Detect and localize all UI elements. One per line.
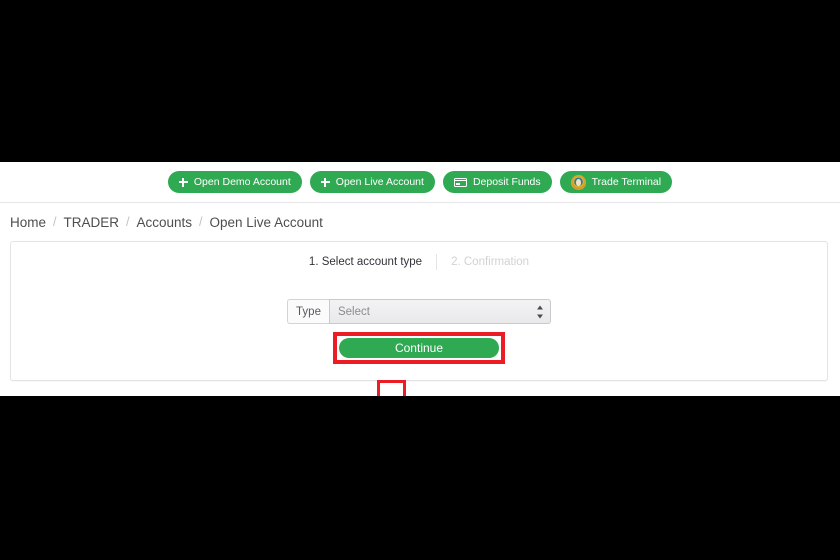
breadcrumb-item-open-live-account: Open Live Account <box>209 214 323 230</box>
breadcrumb-item-accounts[interactable]: Accounts <box>137 215 193 230</box>
wizard-step-confirmation: 2. Confirmation <box>451 256 530 268</box>
open-demo-account-button[interactable]: Open Demo Account <box>167 171 302 193</box>
deposit-funds-label: Deposit Funds <box>472 175 541 188</box>
wizard-step-select-account-type[interactable]: 1. Select account type <box>295 254 436 270</box>
trade-terminal-label: Trade Terminal <box>591 175 662 188</box>
plus-icon <box>178 177 188 187</box>
terminal-badge-icon <box>570 174 586 190</box>
open-live-account-button[interactable]: Open Live Account <box>309 171 435 193</box>
credit-card-icon <box>453 177 467 187</box>
breadcrumb: Home / TRADER / Accounts / Open Live Acc… <box>10 210 323 234</box>
account-type-form-row: Type Select <box>11 299 827 324</box>
continue-highlight-box: Continue <box>333 332 505 364</box>
breadcrumb-separator: / <box>53 215 57 229</box>
letterbox-bottom <box>0 396 840 560</box>
continue-button[interactable]: Continue <box>339 338 499 358</box>
continue-button-zone: Continue <box>11 332 827 364</box>
toolbar-divider <box>0 202 840 203</box>
breadcrumb-separator: / <box>199 215 203 229</box>
select-arrows-highlight-box <box>377 380 406 396</box>
breadcrumb-item-trader[interactable]: TRADER <box>64 215 120 230</box>
type-label: Type <box>287 299 329 324</box>
type-input-group: Type Select <box>287 299 551 324</box>
breadcrumb-separator: / <box>126 215 130 229</box>
letterbox-top <box>0 0 840 162</box>
plus-icon <box>320 177 330 187</box>
deposit-funds-button[interactable]: Deposit Funds <box>442 171 552 193</box>
open-live-account-label: Open Live Account <box>335 175 424 188</box>
page-viewport: Open Demo Account Open Live Account Depo… <box>0 162 840 396</box>
account-type-select[interactable]: Select <box>328 299 551 324</box>
type-select-wrapper: Select <box>328 299 551 324</box>
trade-terminal-button[interactable]: Trade Terminal <box>559 171 673 193</box>
open-demo-account-label: Open Demo Account <box>193 175 291 188</box>
open-live-account-panel: 1. Select account type 2. Confirmation T… <box>10 241 828 396</box>
wizard-steps: 1. Select account type 2. Confirmation <box>11 254 827 270</box>
breadcrumb-item-home[interactable]: Home <box>10 215 46 230</box>
screenshot-root: Open Demo Account Open Live Account Depo… <box>0 0 840 560</box>
quick-action-bar: Open Demo Account Open Live Account Depo… <box>0 162 840 202</box>
